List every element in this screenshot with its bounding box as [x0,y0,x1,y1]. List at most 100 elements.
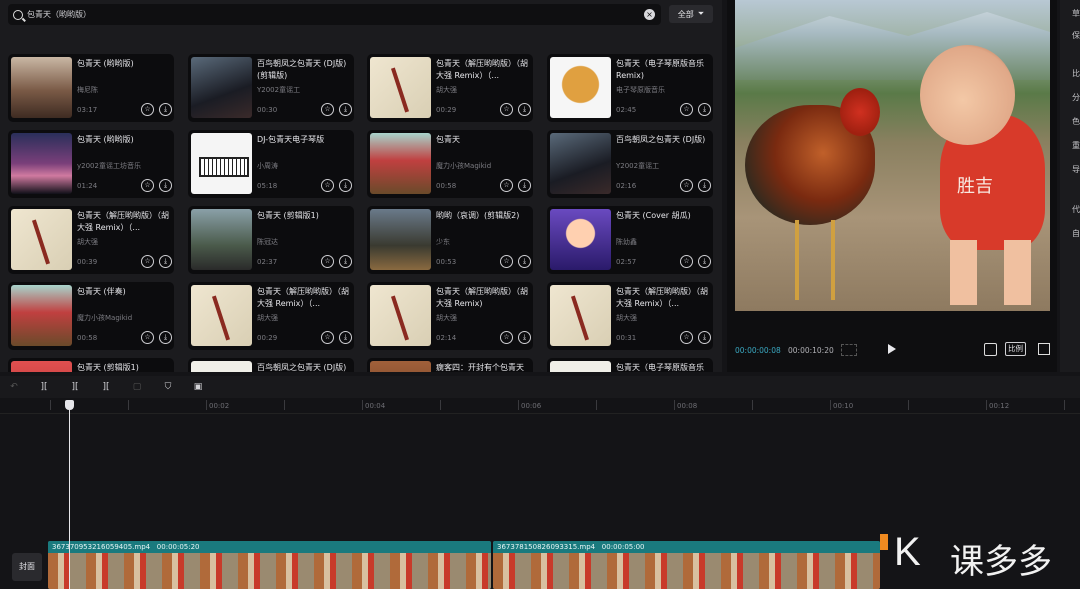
download-icon[interactable]: ⤓ [518,255,531,268]
download-icon[interactable]: ⤓ [518,179,531,192]
music-card[interactable]: 包青天 (Cover 胡瓜) 陈幼鑫 02:57 ☆ ⤓ [547,206,713,274]
properties-label[interactable]: 重 [1072,140,1080,151]
properties-label[interactable]: 导 [1072,164,1080,175]
favorite-icon[interactable]: ☆ [680,255,693,268]
zoom-icon[interactable] [984,343,997,356]
properties-label[interactable]: 比 [1072,68,1080,79]
video-clip[interactable]: 367378150826093315.mp4 00:00:05:00 [493,541,880,589]
music-card[interactable]: 包青天 (哟哟版) 梅尼陈 03:17 ☆ ⤓ [8,54,174,122]
album-cover [191,209,252,270]
properties-label[interactable]: 草 [1072,8,1080,19]
ruler-label: 00:06 [521,402,542,410]
favorite-icon[interactable]: ☆ [500,103,513,116]
favorite-icon[interactable]: ☆ [500,179,513,192]
filter-button[interactable]: 全部 ⏷ [669,5,713,23]
music-card[interactable]: 包青天（解压哟哟版）（胡大强 Remix）（... 胡大强 00:29 ☆ ⤓ [367,54,533,122]
favorite-icon[interactable]: ☆ [141,103,154,116]
timeline-ruler[interactable]: 00:02 00:04 00:06 00:08 00:10 00:12 [0,398,1080,414]
delete-icon[interactable]: ▢ [131,381,143,393]
song-artist: Y2002童谣工 [616,162,660,170]
download-icon[interactable]: ⤓ [339,255,352,268]
favorite-icon[interactable]: ☆ [680,331,693,344]
video-frame[interactable]: 胜吉 [735,0,1050,311]
download-icon[interactable]: ⤓ [159,255,172,268]
song-title: 百鸟朝凤之包青天 (DJ版) [616,135,706,144]
rooster-legs [795,220,835,300]
music-card[interactable]: 包青天（电子琴原版音乐☆⤓ [547,358,713,372]
ruler-tick [128,400,129,410]
close-icon[interactable]: × [644,9,655,20]
favorite-icon[interactable]: ☆ [500,331,513,344]
favorite-icon[interactable]: ☆ [321,331,334,344]
ruler-tick [752,400,753,410]
cover-button[interactable]: 封面 [12,553,42,581]
music-card[interactable]: 瘸客四：开封有个包青天☆⤓ [367,358,533,372]
watermark-logo: K 课多多 [880,528,1080,586]
shield-icon[interactable]: ⛉ [162,381,174,393]
undo-icon[interactable]: ↶ [8,381,20,393]
music-card[interactable]: 百鸟朝凤之包青天 (DJ版) (剪辑版) Y2002童谣工 00:30 ☆ ⤓ [188,54,354,122]
favorite-icon[interactable]: ☆ [500,255,513,268]
favorite-icon[interactable]: ☆ [141,179,154,192]
grid-icon[interactable] [841,344,857,356]
properties-label[interactable]: 色 [1072,116,1080,127]
playhead[interactable] [69,400,70,589]
favorite-icon[interactable]: ☆ [321,103,334,116]
properties-label[interactable]: 分 [1072,92,1080,103]
song-artist: 梅尼陈 [77,86,98,94]
fullscreen-icon[interactable] [1038,343,1050,355]
download-icon[interactable]: ⤓ [159,179,172,192]
trim-right-icon[interactable]: ][ [100,381,112,393]
song-duration: 02:14 [436,334,457,342]
favorite-icon[interactable]: ☆ [141,255,154,268]
download-icon[interactable]: ⤓ [159,331,172,344]
download-icon[interactable]: ⤓ [698,331,711,344]
music-card[interactable]: 包青天 (伴奏) 魔力小孩Magikid 00:58 ☆ ⤓ [8,282,174,350]
song-title: 包青天 (剪辑版1) [257,211,319,220]
music-card[interactable]: 包青天 (剪辑版1)☆⤓ [8,358,174,372]
music-card[interactable]: 包青天（解压哟哟版）（胡大强 Remix) 胡大强 02:14 ☆ ⤓ [367,282,533,350]
music-card[interactable]: 百鸟朝凤之包青天 (DJ版) Y2002童谣工 02:16 ☆ ⤓ [547,130,713,198]
music-card[interactable]: 包青天（解压哟哟版）（胡大强 Remix）（... 胡大强 00:39 ☆ ⤓ [8,206,174,274]
properties-label[interactable]: 代 [1072,204,1080,215]
video-clip[interactable]: 367370953216059405.mp4 00:00:05:20 [48,541,491,589]
song-title: 包青天 (Cover 胡瓜) [616,211,691,220]
favorite-icon[interactable]: ☆ [141,331,154,344]
favorite-icon[interactable]: ☆ [321,255,334,268]
music-card[interactable]: 包青天（解压哟哟版）（胡大强 Remix）（... 胡大强 00:31 ☆ ⤓ [547,282,713,350]
ratio-button[interactable]: 比例 [1005,342,1026,356]
favorite-icon[interactable]: ☆ [680,103,693,116]
properties-label[interactable]: 保 [1072,30,1080,41]
favorite-icon[interactable]: ☆ [680,179,693,192]
search-input[interactable] [27,10,627,19]
trim-left-icon[interactable]: ][ [69,381,81,393]
search-bar[interactable]: × [8,4,661,25]
play-icon[interactable] [888,344,896,354]
music-card[interactable]: 包青天（电子琴原版音乐 Remix) 电子琴原版音乐 02:45 ☆ ⤓ [547,54,713,122]
song-duration: 00:58 [436,182,457,190]
music-card[interactable]: DJ-包青天电子琴版 小周涛 05:18 ☆ ⤓ [188,130,354,198]
song-title: 包青天 (伴奏) [77,287,126,296]
download-icon[interactable]: ⤓ [159,103,172,116]
download-icon[interactable]: ⤓ [698,179,711,192]
split-icon[interactable]: ][ [38,381,50,393]
song-title: 包青天（解压哟哟版）（胡大强 Remix) [436,287,528,308]
freeze-frame-icon[interactable]: ▣ [192,381,204,393]
music-card[interactable]: 包青天 (剪辑版1) 陈冠达 02:37 ☆ ⤓ [188,206,354,274]
music-card[interactable]: 哟哟（哀调）(剪辑版2) 少东 00:53 ☆ ⤓ [367,206,533,274]
music-card[interactable]: 百鸟朝凤之包青天 (DJ版)☆⤓ [188,358,354,372]
music-card[interactable]: 包青天 魔力小孩Magikid 00:58 ☆ ⤓ [367,130,533,198]
music-card[interactable]: 包青天（解压哟哟版）（胡大强 Remix）（... 胡大强 00:29 ☆ ⤓ [188,282,354,350]
download-icon[interactable]: ⤓ [518,331,531,344]
download-icon[interactable]: ⤓ [698,255,711,268]
properties-panel: 草保比分色重导代自 [1060,0,1080,372]
download-icon[interactable]: ⤓ [698,103,711,116]
download-icon[interactable]: ⤓ [518,103,531,116]
download-icon[interactable]: ⤓ [339,103,352,116]
favorite-icon[interactable]: ☆ [321,179,334,192]
music-card[interactable]: 包青天 (哟哟版) y2002童谣工坊音乐 01:24 ☆ ⤓ [8,130,174,198]
properties-label[interactable]: 自 [1072,228,1080,239]
download-icon[interactable]: ⤓ [339,179,352,192]
download-icon[interactable]: ⤓ [339,331,352,344]
playhead-handle[interactable] [65,400,74,410]
